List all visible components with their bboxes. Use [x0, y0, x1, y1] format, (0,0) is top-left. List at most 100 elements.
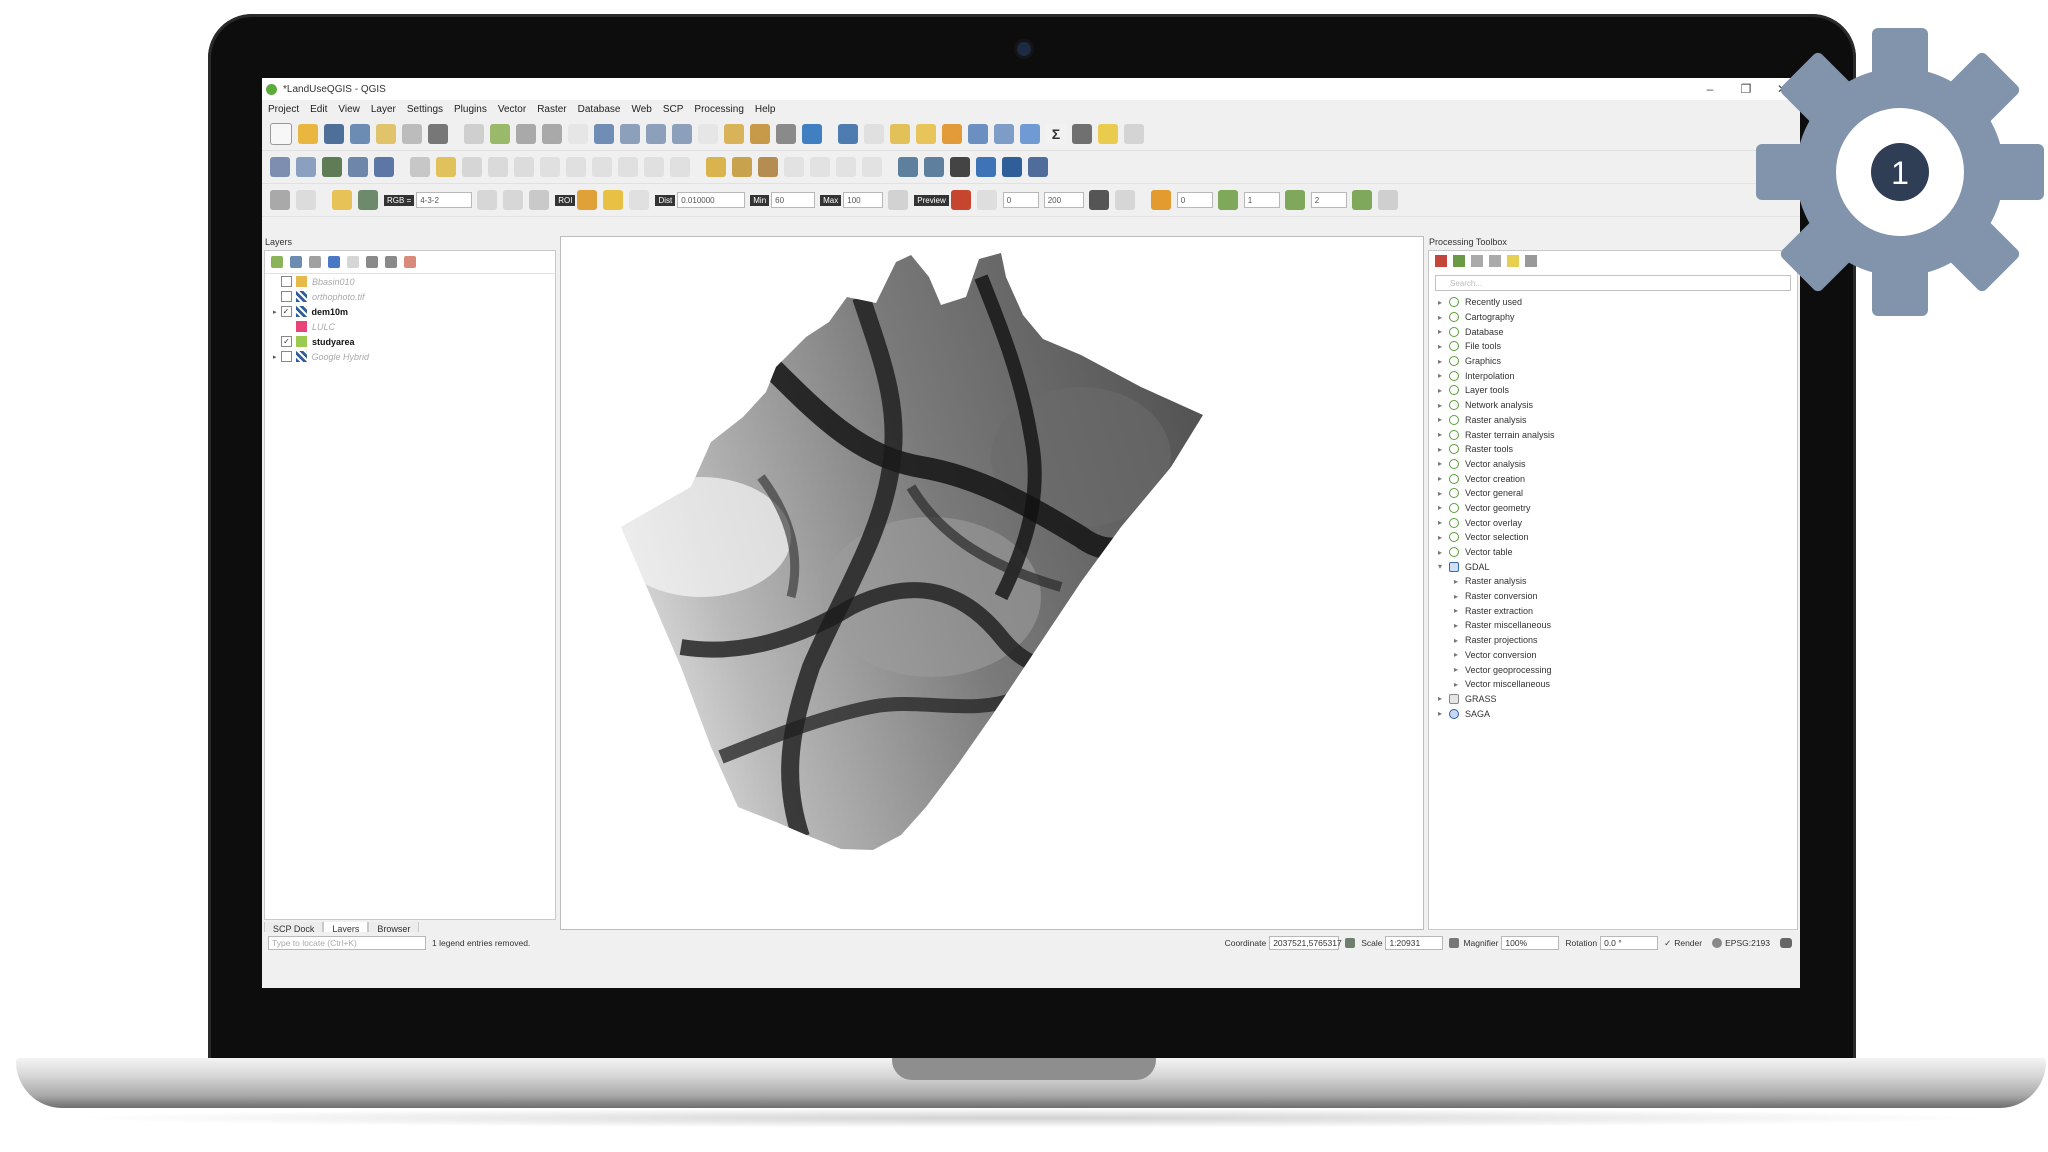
measure-icon[interactable]	[1072, 124, 1092, 144]
dist-field[interactable]: 0.010000	[677, 192, 746, 208]
bookmark-icon[interactable]	[750, 124, 770, 144]
crs-label[interactable]: EPSG:2193	[1725, 938, 1770, 948]
scp-settings-icon[interactable]	[976, 190, 997, 210]
scp-zoom-input-icon[interactable]	[332, 190, 352, 210]
toolbox-group[interactable]: ▸ File tools	[1429, 339, 1797, 354]
attribute-table-icon[interactable]	[968, 124, 988, 144]
show-bookmarks-icon[interactable]	[776, 124, 796, 144]
scp-redo-icon[interactable]	[629, 190, 650, 210]
toolbox-group-grass[interactable]: ▸ GRASS	[1429, 692, 1797, 707]
move-label-icon[interactable]	[784, 157, 804, 177]
expand-arrow-icon[interactable]: ▸	[1435, 694, 1445, 703]
menu-plugins[interactable]: Plugins	[454, 104, 487, 115]
menu-layer[interactable]: Layer	[371, 104, 396, 115]
toolbox-subgroup[interactable]: ▸ Raster analysis	[1429, 574, 1797, 589]
expand-arrow-icon[interactable]: ▸	[1435, 533, 1445, 542]
scp-roi-pointer-icon[interactable]	[503, 190, 524, 210]
layer-row[interactable]: ▸ ✓ dem10m	[265, 304, 555, 319]
scp-classification-icon[interactable]	[577, 190, 598, 210]
zoom-in-icon[interactable]	[516, 124, 536, 144]
expand-arrow-icon[interactable]: ▸	[1435, 548, 1445, 557]
scp-transparency-field[interactable]: 0	[1002, 192, 1039, 208]
magnifier-field[interactable]: 100%	[1501, 936, 1560, 950]
layer-row[interactable]: orthophoto.tif	[265, 289, 555, 304]
toolbox-group[interactable]: ▸ Vector general	[1429, 486, 1797, 501]
expand-arrow-icon[interactable]: ▸	[1435, 386, 1445, 395]
render-checkbox[interactable]: ✓	[1664, 938, 1671, 949]
expand-arrow-icon[interactable]: ▸	[1451, 636, 1461, 645]
models-icon[interactable]	[1435, 255, 1447, 267]
band-combination-field[interactable]: 4-3-2	[416, 192, 473, 208]
coordinate-field[interactable]: 2037521,5765317	[1269, 936, 1342, 950]
label-tool-icon[interactable]	[706, 157, 726, 177]
layer-row[interactable]: ✓ studyarea	[265, 334, 555, 349]
delete-selected-icon[interactable]	[540, 157, 560, 177]
toolbox-subgroup[interactable]: ▸ Raster conversion	[1429, 589, 1797, 604]
layer-row[interactable]: Bbasin010	[265, 274, 555, 289]
scp-remove-icon[interactable]	[1088, 190, 1109, 210]
menu-settings[interactable]: Settings	[407, 104, 443, 115]
expand-arrow-icon[interactable]: ▸	[1435, 518, 1445, 527]
layer-checkbox[interactable]	[281, 291, 292, 302]
toolbox-subgroup[interactable]: ▸ Vector geoprocessing	[1429, 662, 1797, 677]
data-source-manager-icon[interactable]	[270, 157, 290, 177]
expand-arrow-icon[interactable]: ▸	[1435, 415, 1445, 424]
kml-icon[interactable]	[1114, 190, 1135, 210]
toolbox-group-saga[interactable]: ▸ SAGA	[1429, 706, 1797, 721]
expand-arrow-icon[interactable]: ▸	[1435, 709, 1445, 718]
cut-features-icon[interactable]	[566, 157, 586, 177]
actions-icon[interactable]	[864, 124, 884, 144]
crs-globe-icon[interactable]	[1712, 938, 1723, 948]
filter-legend-icon[interactable]	[328, 256, 340, 268]
vertex-tool-icon[interactable]	[514, 157, 534, 177]
toolbox-subgroup[interactable]: ▸ Raster projections	[1429, 633, 1797, 648]
toolbox-group-gdal[interactable]: ▾ GDAL	[1429, 559, 1797, 574]
scp-zoom-roi-icon[interactable]	[529, 190, 550, 210]
map-tips-icon[interactable]	[1098, 124, 1118, 144]
select-by-value-icon[interactable]	[916, 124, 936, 144]
expand-arrow-icon[interactable]: ▸	[1435, 489, 1445, 498]
redo-icon[interactable]	[670, 157, 690, 177]
min-field[interactable]: 60	[771, 192, 816, 208]
toolbox-group[interactable]: ▸ Interpolation	[1429, 368, 1797, 383]
zoom-selection-icon[interactable]	[620, 124, 640, 144]
history-icon[interactable]	[1471, 255, 1483, 267]
scp-band-set-icon[interactable]	[1377, 190, 1398, 210]
minimize-icon[interactable]: –	[1692, 82, 1728, 96]
scp-search-icon[interactable]	[358, 190, 378, 210]
zoom-out-icon[interactable]	[542, 124, 562, 144]
zoom-native-icon[interactable]	[568, 124, 588, 144]
scp-main-icon[interactable]	[270, 190, 290, 210]
expand-arrow-icon[interactable]: ▸	[1435, 445, 1445, 454]
globe-settings-icon[interactable]	[924, 157, 944, 177]
open-project-icon[interactable]	[298, 124, 318, 144]
layer-checkbox[interactable]	[281, 276, 292, 287]
scp-preview-icon[interactable]	[950, 190, 971, 210]
field-calculator-icon[interactable]	[994, 124, 1014, 144]
toolbox-group[interactable]: ▸ Vector creation	[1429, 471, 1797, 486]
menu-edit[interactable]: Edit	[310, 104, 327, 115]
expand-arrow-icon[interactable]: ▸	[1451, 650, 1461, 659]
pan-icon[interactable]	[464, 124, 484, 144]
expand-arrow-icon[interactable]: ▸	[1435, 357, 1445, 366]
toggle-editing-icon[interactable]	[436, 157, 456, 177]
expand-arrow-icon[interactable]: ▸	[1435, 474, 1445, 483]
toolbox-subgroup[interactable]: ▸ Vector conversion	[1429, 648, 1797, 663]
scp-dock-icon[interactable]	[296, 190, 316, 210]
add-wms-icon[interactable]	[348, 157, 368, 177]
scp-size-field[interactable]: 200	[1043, 192, 1084, 208]
zoom-last-icon[interactable]	[672, 124, 692, 144]
menu-raster[interactable]: Raster	[537, 104, 566, 115]
change-label-icon[interactable]	[836, 157, 856, 177]
manage-map-themes-icon[interactable]	[309, 256, 321, 268]
add-feature-icon[interactable]	[488, 157, 508, 177]
add-group-icon[interactable]	[290, 256, 302, 268]
expand-arrow-icon[interactable]: ▸	[1451, 577, 1461, 586]
scripts-icon[interactable]	[1453, 255, 1465, 267]
lock-scale-icon[interactable]	[1449, 938, 1460, 948]
toolbox-group[interactable]: ▸ Network analysis	[1429, 398, 1797, 413]
scale-field[interactable]: 1:20931	[1385, 936, 1444, 950]
expand-arrow-icon[interactable]: ▸	[1451, 680, 1461, 689]
new-project-icon[interactable]	[270, 123, 292, 145]
scp-band-icon-3[interactable]	[1351, 190, 1372, 210]
